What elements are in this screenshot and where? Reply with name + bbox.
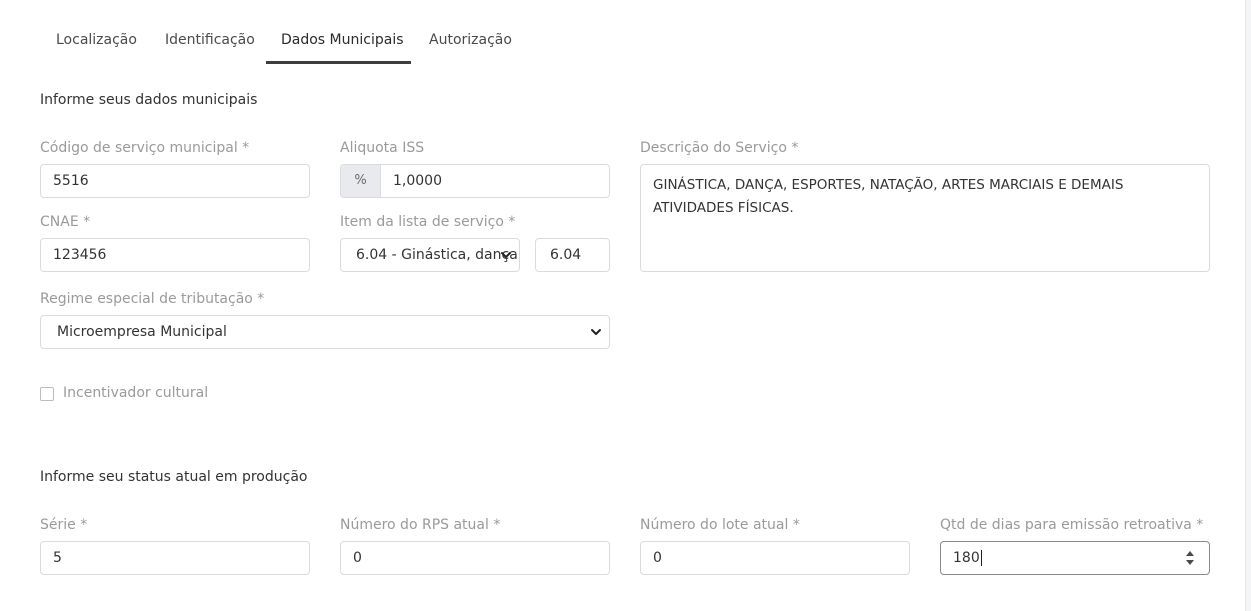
active-tab-indicator [266,61,411,64]
chevron-down-icon [501,252,511,258]
codigo-servico-label: Código de serviço municipal * [40,140,250,156]
regime-especial-label: Regime especial de tributação * [40,291,265,307]
cnae-label: CNAE * [40,214,91,230]
item-lista-servico-value: 6.04 - Ginástica, dança [356,247,518,263]
numero-lote-input[interactable]: 0 [640,541,910,575]
aliquota-iss-value: 1,0000 [393,173,442,189]
codigo-servico-value: 5516 [53,173,89,189]
tab-localizacao[interactable]: Localização [56,32,137,48]
cnae-input[interactable]: 123456 [40,238,310,272]
text-caret [980,550,982,566]
chevron-down-icon [591,329,601,335]
tab-dados-municipais[interactable]: Dados Municipais [281,32,404,48]
form-card: Localização Identificação Dados Municipa… [0,0,1246,611]
regime-especial-select[interactable]: Microempresa Municipal [40,315,610,349]
aliquota-iss-label: Aliquota ISS [340,140,425,156]
numero-rps-value: 0 [353,550,362,566]
dias-retroativa-input[interactable]: 180 [940,541,1210,575]
serie-input[interactable]: 5 [40,541,310,575]
production-section-title: Informe seu status atual em produção [40,469,308,485]
municipal-section-title: Informe seus dados municipais [40,92,258,108]
dias-retroativa-value: 180 [953,550,980,566]
item-lista-servico-label: Item da lista de serviço * [340,214,516,230]
item-codigo-value: 6.04 [550,247,582,263]
numero-lote-label: Número do lote atual * [640,517,800,533]
descricao-servico-value: GINÁSTICA, DANÇA, ESPORTES, NATAÇÃO, ART… [653,177,1124,216]
descricao-servico-textarea[interactable]: GINÁSTICA, DANÇA, ESPORTES, NATAÇÃO, ART… [640,164,1210,272]
descricao-servico-label: Descrição do Serviço * [640,140,799,156]
dias-retroativa-label: Qtd de dias para emissão retroativa * [940,517,1204,533]
tab-identificacao[interactable]: Identificação [165,32,255,48]
serie-label: Série * [40,517,88,533]
codigo-servico-input[interactable]: 5516 [40,164,310,198]
percent-addon: % [341,165,381,197]
numero-lote-value: 0 [653,550,662,566]
numero-rps-input[interactable]: 0 [340,541,610,575]
cnae-value: 123456 [53,247,107,263]
tab-autorizacao[interactable]: Autorização [429,32,512,48]
incentivador-cultural-label: Incentivador cultural [63,385,209,401]
incentivador-cultural-checkbox[interactable] [40,387,54,401]
item-lista-servico-select[interactable]: 6.04 - Ginástica, dança [340,238,520,272]
numero-rps-label: Número do RPS atual * [340,517,501,533]
serie-value: 5 [53,550,62,566]
regime-especial-value: Microempresa Municipal [57,324,227,340]
item-codigo-input[interactable]: 6.04 [535,238,610,272]
number-stepper-icon[interactable] [1185,547,1195,569]
aliquota-iss-input[interactable]: % 1,0000 [340,164,610,198]
